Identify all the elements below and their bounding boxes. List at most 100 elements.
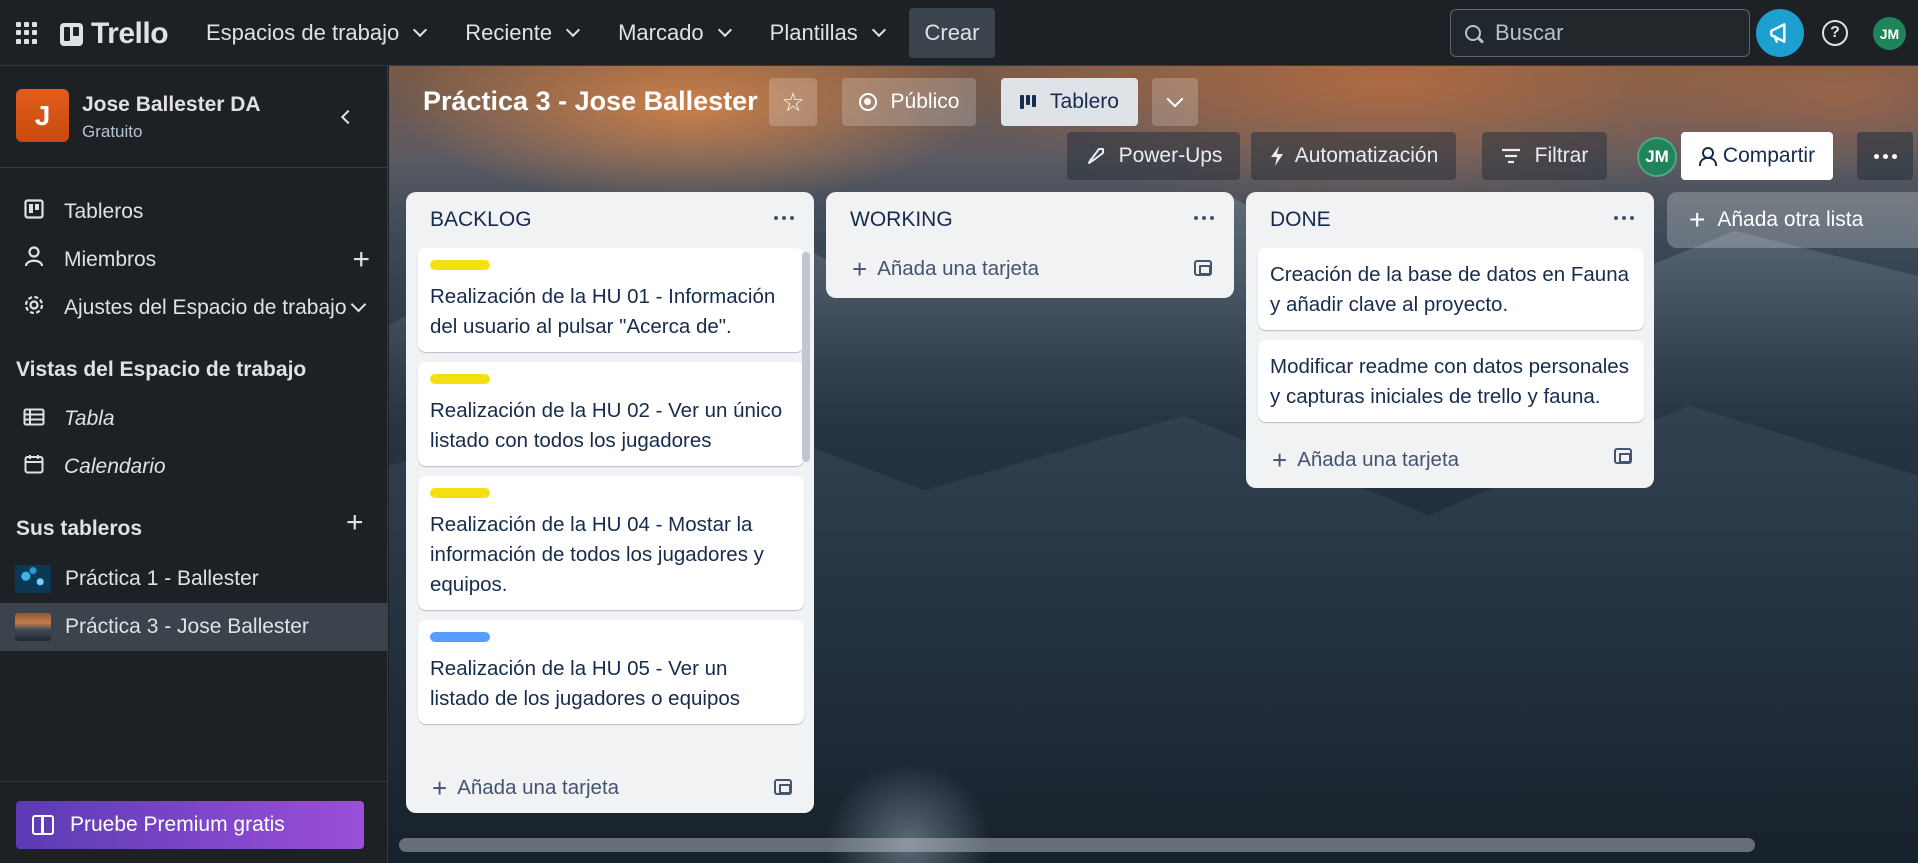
board-horizontal-scrollbar[interactable]: [399, 838, 1755, 852]
add-card-button[interactable]: + Añada una tarjeta: [1246, 432, 1654, 488]
list-cards-scroll[interactable]: Realización de la HU 01 - Información de…: [406, 248, 814, 763]
sidebar-item-calendar-view[interactable]: Calendario: [0, 443, 388, 491]
notifications-button[interactable]: [1756, 9, 1804, 57]
power-ups-button[interactable]: Power-Ups: [1067, 132, 1240, 180]
card[interactable]: Realización de la HU 01 - Información de…: [418, 248, 804, 352]
sidebar-item-members[interactable]: Miembros +: [0, 236, 388, 284]
trello-logo-text: Trello: [91, 17, 169, 50]
sidebar-item-table-view[interactable]: Tabla: [0, 395, 388, 443]
workspace-views-title: Vistas del Espacio de trabajo: [16, 358, 307, 381]
search-input[interactable]: Buscar: [1450, 9, 1750, 57]
visibility-button[interactable]: Público: [842, 78, 976, 126]
filter-button[interactable]: Filtrar: [1482, 132, 1607, 180]
card[interactable]: Realización de la HU 04 - Mostar la info…: [418, 476, 804, 610]
list-actions-icon[interactable]: [1614, 216, 1634, 220]
menu-starred-label: Marcado: [618, 20, 704, 45]
sidebar-divider: [0, 781, 388, 782]
workspace-plan: Gratuito: [82, 122, 143, 141]
list-title[interactable]: BACKLOG: [430, 208, 532, 232]
chevron-down-icon: [1166, 90, 1184, 108]
list-header[interactable]: BACKLOG: [406, 192, 814, 248]
list-scrollbar[interactable]: [802, 252, 810, 462]
star-board-button[interactable]: ☆: [769, 78, 817, 126]
board-view-label: Tablero: [1050, 90, 1119, 113]
list-done: DONE Creación de la base de datos en Fau…: [1246, 192, 1654, 488]
sidebar-board-practica-1[interactable]: Práctica 1 - Ballester: [0, 555, 388, 603]
chevron-down-icon: [871, 22, 886, 38]
add-card-label: Añada una tarjeta: [1297, 448, 1460, 471]
sidebar-item-label: Tableros: [64, 200, 144, 223]
account-avatar[interactable]: JM: [1873, 17, 1906, 50]
card-label[interactable]: [430, 374, 490, 384]
card[interactable]: Realización de la HU 02 - Ver un único l…: [418, 362, 804, 466]
list-actions-icon[interactable]: [774, 216, 794, 220]
card-label[interactable]: [430, 632, 490, 642]
board-view-button[interactable]: Tablero: [1001, 78, 1138, 126]
add-member-icon[interactable]: +: [352, 243, 370, 277]
board-canvas: Práctica 3 - Jose Ballester ☆ Público Ta…: [389, 66, 1918, 863]
plus-icon: +: [1689, 204, 1706, 235]
sidebar: J Jose Ballester DA Gratuito Tableros Mi…: [0, 66, 388, 863]
sidebar-item-workspace-settings[interactable]: Ajustes del Espacio de trabajo: [0, 284, 388, 332]
list-header[interactable]: WORKING: [826, 192, 1234, 248]
sidebar-item-label: Ajustes del Espacio de trabajo: [64, 296, 347, 319]
collapse-sidebar-button[interactable]: [325, 97, 365, 137]
board-menu-button[interactable]: [1857, 132, 1913, 180]
card[interactable]: Realización de la HU 05 - Ver un listado…: [418, 620, 804, 724]
card-title: Realización de la HU 04 - Mostar la info…: [430, 513, 764, 596]
help-icon[interactable]: ?: [1822, 20, 1848, 46]
sidebar-board-practica-3[interactable]: Práctica 3 - Jose Ballester: [0, 603, 388, 651]
add-card-button[interactable]: + Añada una tarjeta: [826, 244, 1234, 294]
workspace-name[interactable]: Jose Ballester DA: [82, 93, 261, 117]
list-actions-icon[interactable]: [1194, 216, 1214, 220]
sidebar-item-label: Tabla: [64, 407, 115, 430]
list-title[interactable]: DONE: [1270, 208, 1331, 232]
card[interactable]: Modificar readme con datos personales y …: [1258, 340, 1644, 422]
card-template-icon[interactable]: [1194, 260, 1212, 276]
card-label[interactable]: [430, 488, 490, 498]
menu-workspaces[interactable]: Espacios de trabajo: [192, 9, 439, 57]
share-button[interactable]: Compartir: [1681, 132, 1833, 180]
search-placeholder: Buscar: [1495, 20, 1564, 45]
views-dropdown-button[interactable]: [1152, 78, 1198, 126]
star-icon: ☆: [781, 86, 805, 117]
plus-icon: +: [1272, 444, 1288, 475]
sidebar-item-label: Miembros: [64, 248, 157, 271]
board-thumbnail: [15, 613, 51, 641]
card-template-icon[interactable]: [1614, 448, 1632, 464]
lightning-icon: [1270, 146, 1283, 166]
globe-icon: [858, 93, 877, 111]
filter-icon: [1501, 148, 1520, 164]
list-title[interactable]: WORKING: [850, 208, 953, 232]
card-title: Realización de la HU 05 - Ver un listado…: [430, 657, 740, 710]
app-switcher-icon[interactable]: [16, 22, 38, 44]
add-board-icon[interactable]: +: [346, 506, 364, 540]
card-label[interactable]: [430, 260, 490, 270]
automation-button[interactable]: Automatización: [1251, 132, 1456, 180]
create-button[interactable]: Crear: [909, 8, 995, 58]
megaphone-icon: [1770, 23, 1786, 43]
chevron-down-icon: [413, 22, 428, 38]
add-list-button[interactable]: + Añada otra lista: [1667, 192, 1918, 248]
menu-recent[interactable]: Reciente: [451, 9, 592, 57]
menu-recent-label: Reciente: [465, 20, 553, 45]
add-card-label: Añada una tarjeta: [457, 776, 620, 799]
automation-label: Automatización: [1294, 144, 1439, 167]
visibility-label: Público: [890, 90, 960, 113]
gift-icon: [32, 815, 54, 835]
board-member-avatar[interactable]: JM: [1637, 137, 1677, 177]
calendar-icon: [22, 454, 46, 480]
sidebar-item-boards[interactable]: Tableros: [0, 188, 388, 236]
card-title: Modificar readme con datos personales y …: [1270, 355, 1629, 408]
workspace-avatar[interactable]: J: [16, 89, 69, 142]
trello-logo[interactable]: Trello: [60, 17, 169, 51]
card-template-icon[interactable]: [774, 779, 792, 795]
menu-starred[interactable]: Marcado: [604, 9, 744, 57]
try-premium-button[interactable]: Pruebe Premium gratis: [16, 801, 364, 849]
menu-templates[interactable]: Plantillas: [756, 9, 898, 57]
list-header[interactable]: DONE: [1246, 192, 1654, 248]
add-card-button[interactable]: + Añada una tarjeta: [406, 763, 814, 813]
card[interactable]: Creación de la base de datos en Fauna y …: [1258, 248, 1644, 330]
trello-logo-icon: [60, 22, 83, 46]
board-title[interactable]: Práctica 3 - Jose Ballester: [423, 86, 758, 117]
